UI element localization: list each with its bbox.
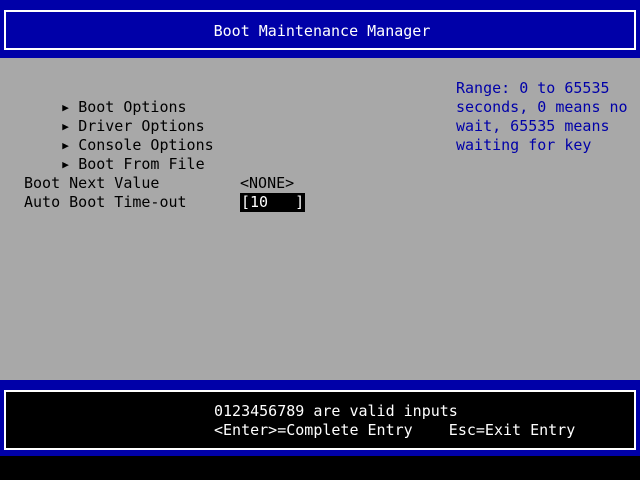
help-text-line: wait, 65535 means: [456, 117, 610, 135]
footer-frame: 0123456789 are valid inputs <Enter>=Comp…: [4, 390, 636, 450]
footer-valid-inputs-text: 0123456789 are valid inputs: [214, 402, 458, 420]
help-text-line: waiting for key: [456, 136, 592, 154]
menu-item-boot-options[interactable]: ▶ Boot Options: [8, 79, 186, 116]
menu-item-driver-options[interactable]: ▶ Driver Options: [8, 98, 204, 135]
footer-band: 0123456789 are valid inputs <Enter>=Comp…: [0, 380, 640, 456]
main-panel: ▶ Boot Options ▶ Driver Options ▶ Console O…: [0, 58, 640, 380]
auto-boot-timeout-label: Auto Boot Time-out: [24, 193, 187, 211]
header-frame: Boot Maintenance Manager: [4, 10, 636, 50]
page-title: Boot Maintenance Manager: [213, 22, 431, 40]
help-text-line: Range: 0 to 65535: [456, 79, 610, 97]
bios-screen: Boot Maintenance Manager ▶ Boot Options ▶…: [0, 0, 640, 480]
menu-item-label: Boot From File: [78, 155, 205, 173]
footer-key-hints: <Enter>=Complete Entry Esc=Exit Entry: [214, 421, 576, 439]
help-text-line: seconds, 0 means no: [456, 98, 628, 116]
menu-item-console-options[interactable]: ▶ Console Options: [8, 117, 213, 154]
submenu-arrow-icon: ▶: [62, 158, 69, 171]
auto-boot-timeout-input[interactable]: [10 ]: [240, 193, 306, 212]
footer-bottom-strip: [0, 456, 640, 480]
boot-next-label: Boot Next Value: [24, 174, 160, 192]
boot-next-value[interactable]: <NONE>: [240, 174, 294, 193]
menu-item-boot-from-file[interactable]: ▶ Boot From File: [8, 136, 204, 173]
header-band: Boot Maintenance Manager: [0, 0, 640, 58]
